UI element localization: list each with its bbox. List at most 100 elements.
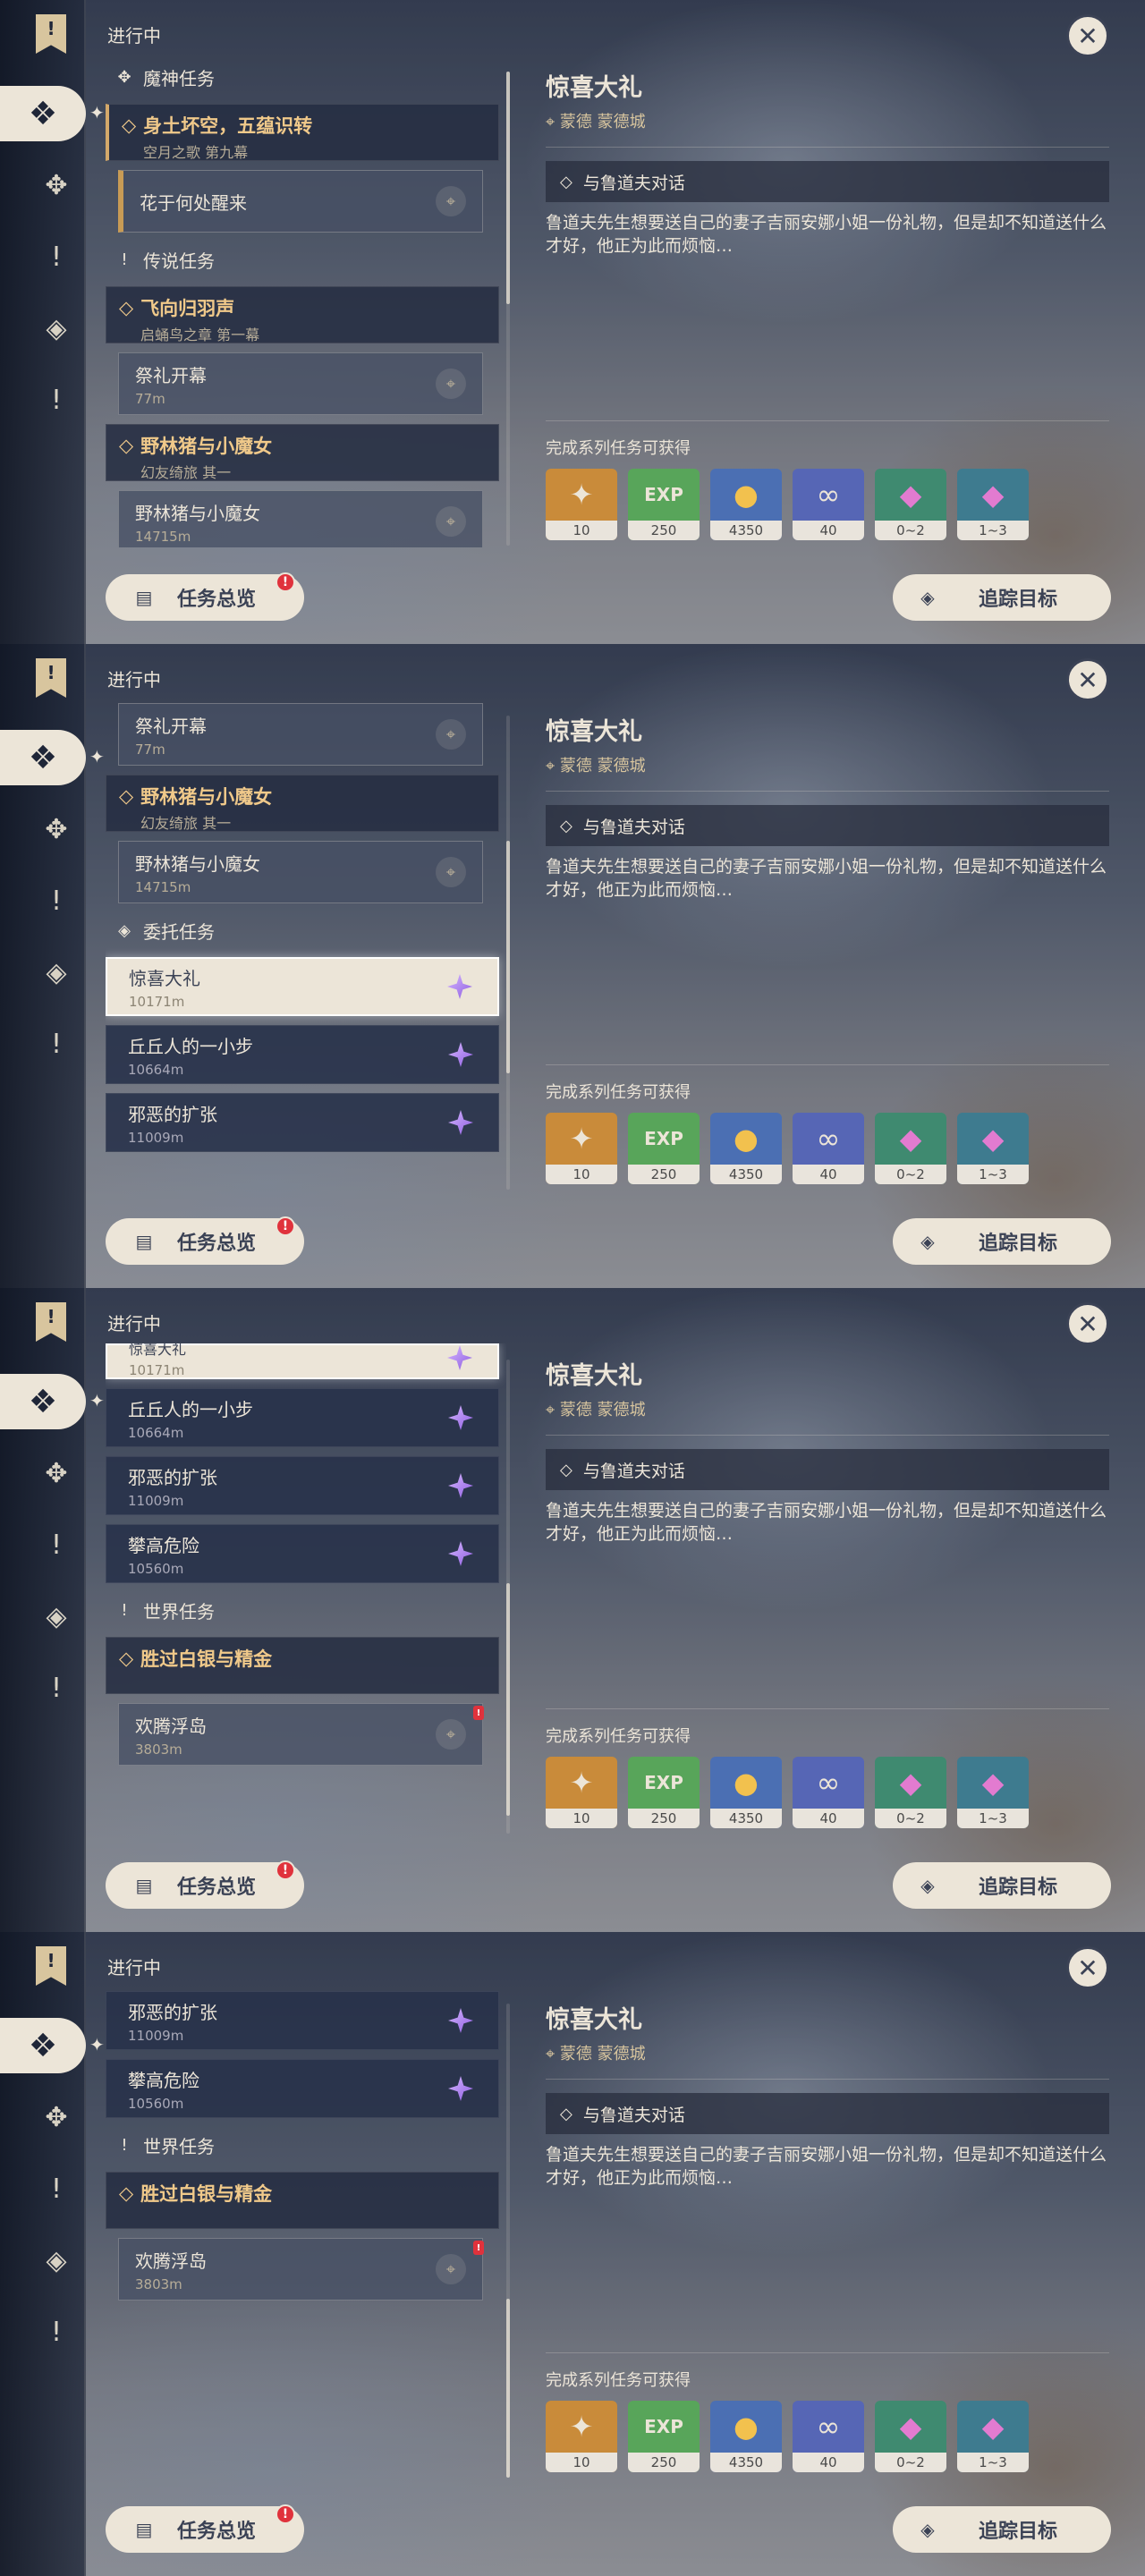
quest-parent[interactable]: ◇ 野林猪与小魔女 幻友绮旅 其一 <box>106 424 499 481</box>
reward-adventure-exp[interactable]: EXP 250 <box>628 1113 700 1184</box>
quest-parent[interactable]: ◇ 胜过白银与精金 <box>106 2172 499 2229</box>
reward-primogem[interactable]: ✦ 10 <box>546 469 617 540</box>
commission-item[interactable]: 邪恶的扩张 11009m <box>106 1456 499 1515</box>
location-pin-icon[interactable]: ⌖ <box>436 857 466 887</box>
quest-overview-button[interactable]: ▤ 任务总览! <box>106 1860 304 1909</box>
quest-step[interactable]: 野林猪与小魔女 14715m ⌖ <box>118 841 483 903</box>
reward-crystal-cluster[interactable]: ◆ 1~3 <box>957 469 1029 540</box>
quest-step[interactable]: 祭礼开幕 77m ⌖ <box>118 703 483 766</box>
sidebar-item-archon[interactable]: ✥ <box>34 2095 79 2140</box>
location-pin-icon[interactable]: ⌖ <box>436 186 466 216</box>
reward-friendship-exp[interactable]: ∞ 40 <box>793 1757 864 1828</box>
reward-primogem[interactable]: ✦ 10 <box>546 1113 617 1184</box>
reward-crystal-cluster[interactable]: ◆ 1~3 <box>957 2401 1029 2472</box>
quest-step[interactable]: 野林猪与小魔女 14715m ⌖ <box>118 490 483 547</box>
sidebar-item-all-quests[interactable]: ❖ <box>0 2018 86 2073</box>
location-pin-icon[interactable]: ⌖ <box>436 719 466 750</box>
quest-step[interactable]: 欢腾浮岛 3803m ⌖ ! <box>118 2238 484 2301</box>
sidebar-item-world[interactable]: ! <box>34 377 79 422</box>
reward-enhancement-ore[interactable]: ◆ 0~2 <box>875 469 946 540</box>
bookmark-icon[interactable]: ! <box>36 1946 66 1986</box>
commission-item[interactable]: 攀高危险 10560m <box>106 2059 499 2118</box>
quest-list[interactable]: ✥ 魔神任务 ◇ 身土坏空，五蕴识转 空月之歌 第九幕 花于何处醒来 ⌖ ! 传说任务… <box>106 59 506 547</box>
commission-item[interactable]: 邪恶的扩张 11009m <box>106 1991 499 2050</box>
bookmark-icon[interactable]: ! <box>36 658 66 698</box>
scrollbar-thumb[interactable] <box>506 2299 510 2478</box>
reward-enhancement-ore[interactable]: ◆ 0~2 <box>875 1113 946 1184</box>
sidebar-item-world[interactable]: ! <box>34 1021 79 1066</box>
close-button[interactable]: ✕ <box>1066 1946 1109 1989</box>
sidebar-item-story[interactable]: ! <box>34 878 79 923</box>
reward-enhancement-ore[interactable]: ◆ 0~2 <box>875 2401 946 2472</box>
reward-mora[interactable]: ● 4350 <box>710 1757 782 1828</box>
commission-item[interactable]: 邪恶的扩张 11009m <box>106 1093 499 1152</box>
sidebar-item-story[interactable]: ! <box>34 1522 79 1567</box>
quest-parent[interactable]: ◇ 飞向归羽声 启蛹鸟之章 第一幕 <box>106 286 499 343</box>
track-target-button[interactable]: ◈ 追踪目标 <box>893 1862 1111 1909</box>
reward-friendship-exp[interactable]: ∞ 40 <box>793 2401 864 2472</box>
bookmark-icon[interactable]: ! <box>36 14 66 54</box>
quest-parent[interactable]: ◇ 胜过白银与精金 <box>106 1637 499 1694</box>
reward-enhancement-ore[interactable]: ◆ 0~2 <box>875 1757 946 1828</box>
commission-item[interactable]: 攀高危险 10560m <box>106 1524 499 1583</box>
sidebar-item-world[interactable]: ! <box>34 2309 79 2354</box>
reward-crystal-cluster[interactable]: ◆ 1~3 <box>957 1757 1029 1828</box>
sidebar-item-commission[interactable]: ◈ <box>34 1594 79 1639</box>
quest-overview-button[interactable]: ▤ 任务总览! <box>106 1216 304 1265</box>
reward-primogem[interactable]: ✦ 10 <box>546 1757 617 1828</box>
reward-friendship-exp[interactable]: ∞ 40 <box>793 1113 864 1184</box>
sidebar-item-commission[interactable]: ◈ <box>34 950 79 995</box>
location-pin-icon[interactable]: ⌖ <box>436 506 466 537</box>
commission-item-selected[interactable]: ▸ 惊喜大礼10171m <box>106 957 499 1016</box>
sidebar-item-archon[interactable]: ✥ <box>34 807 79 852</box>
quest-step[interactable]: 祭礼开幕 77m ⌖ <box>118 352 483 415</box>
reward-adventure-exp[interactable]: EXP 250 <box>628 469 700 540</box>
scrollbar-thumb[interactable] <box>506 841 510 1073</box>
sidebar-item-archon[interactable]: ✥ <box>34 163 79 208</box>
commission-item-selected[interactable]: 惊喜大礼 10171m <box>106 1343 499 1379</box>
list-scrollbar[interactable] <box>506 2004 510 2478</box>
close-button[interactable]: ✕ <box>1066 14 1109 57</box>
quest-list[interactable]: 祭礼开幕 77m ⌖ ◇ 野林猪与小魔女 幻友绮旅 其一 野林猪与小魔女 14715m… <box>106 703 506 1191</box>
sidebar-item-commission[interactable]: ◈ <box>34 306 79 351</box>
quest-step[interactable]: 欢腾浮岛 3803m ⌖ ! <box>118 1703 484 1766</box>
quest-list[interactable]: 邪恶的扩张 11009m 攀高危险 10560m ! 世界任务 ◇ 胜过白银与精金 欢腾… <box>106 1991 506 2479</box>
sidebar-item-all-quests[interactable]: ❖ <box>0 1374 86 1429</box>
reward-mora[interactable]: ● 4350 <box>710 2401 782 2472</box>
scrollbar-thumb[interactable] <box>506 1583 510 1816</box>
list-scrollbar[interactable] <box>506 716 510 1190</box>
scrollbar-thumb[interactable] <box>506 72 510 304</box>
sidebar-item-story[interactable]: ! <box>34 234 79 279</box>
track-target-button[interactable]: ◈ 追踪目标 <box>893 574 1111 621</box>
commission-item[interactable]: 丘丘人的一小步 10664m <box>106 1025 499 1084</box>
quest-list[interactable]: 惊喜大礼 10171m 丘丘人的一小步 10664m 邪恶的扩张 11009m 攀高危… <box>106 1343 506 1832</box>
quest-step[interactable]: 花于何处醒来 ⌖ <box>118 170 483 233</box>
location-pin-icon[interactable]: ⌖ <box>436 369 466 399</box>
reward-primogem[interactable]: ✦ 10 <box>546 2401 617 2472</box>
quest-overview-button[interactable]: ▤ 任务总览! <box>106 2504 304 2553</box>
sidebar-item-commission[interactable]: ◈ <box>34 2238 79 2283</box>
sidebar-item-all-quests[interactable]: ❖ <box>0 86 86 141</box>
sidebar-item-story[interactable]: ! <box>34 2166 79 2211</box>
sidebar-item-archon[interactable]: ✥ <box>34 1451 79 1496</box>
list-scrollbar[interactable] <box>506 72 510 546</box>
reward-mora[interactable]: ● 4350 <box>710 1113 782 1184</box>
sidebar-item-all-quests[interactable]: ❖ <box>0 730 86 785</box>
bookmark-icon[interactable]: ! <box>36 1302 66 1342</box>
reward-adventure-exp[interactable]: EXP 250 <box>628 1757 700 1828</box>
reward-friendship-exp[interactable]: ∞ 40 <box>793 469 864 540</box>
quest-parent[interactable]: ◇ 野林猪与小魔女 幻友绮旅 其一 <box>106 775 499 832</box>
reward-crystal-cluster[interactable]: ◆ 1~3 <box>957 1113 1029 1184</box>
reward-mora[interactable]: ● 4350 <box>710 469 782 540</box>
reward-adventure-exp[interactable]: EXP 250 <box>628 2401 700 2472</box>
location-pin-icon[interactable]: ⌖ <box>436 1719 466 1750</box>
close-button[interactable]: ✕ <box>1066 658 1109 701</box>
location-pin-icon[interactable]: ⌖ <box>436 2254 466 2284</box>
sidebar-item-world[interactable]: ! <box>34 1665 79 1710</box>
quest-overview-button[interactable]: ▤ 任务总览! <box>106 572 304 621</box>
track-target-button[interactable]: ◈ 追踪目标 <box>893 2506 1111 2553</box>
track-target-button[interactable]: ◈ 追踪目标 <box>893 1218 1111 1265</box>
quest-parent[interactable]: ◇ 身土坏空，五蕴识转 空月之歌 第九幕 <box>106 104 499 161</box>
close-button[interactable]: ✕ <box>1066 1302 1109 1345</box>
commission-item[interactable]: 丘丘人的一小步 10664m <box>106 1388 499 1447</box>
